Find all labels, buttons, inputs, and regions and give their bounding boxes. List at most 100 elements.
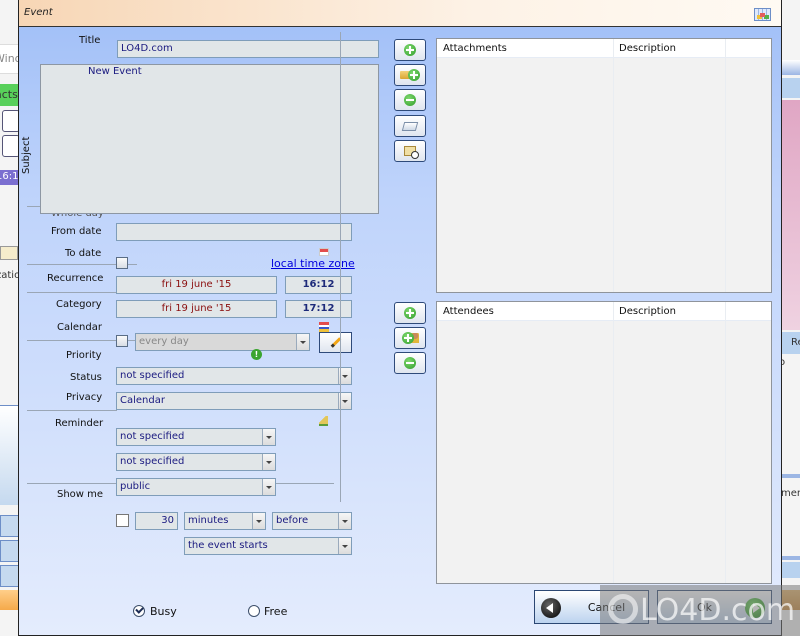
privacy-value: Calendar [120, 395, 165, 406]
background-app-right: Re o men [781, 0, 800, 636]
reminder-value-1: not specified [120, 431, 185, 442]
show-me-dropdown[interactable]: public [116, 478, 276, 496]
chevron-down-icon[interactable] [296, 334, 309, 350]
reminder-unit-dropdown[interactable]: minutes [184, 512, 266, 530]
divider [27, 410, 117, 411]
reminder-label: Reminder [55, 418, 104, 429]
reminder-unit-value: minutes [188, 515, 229, 526]
window-title: Event [24, 7, 53, 18]
alarm-checkbox[interactable] [116, 514, 129, 527]
show-me-value: public [120, 481, 151, 492]
privacy-label: Privacy [66, 392, 103, 403]
column-header-attachments[interactable]: Attachments [443, 43, 507, 54]
chevron-down-icon[interactable] [338, 538, 351, 554]
plus-icon [408, 69, 420, 81]
free-radio[interactable] [248, 605, 260, 617]
subject-text: New Event [88, 66, 142, 77]
whole-day-field[interactable] [116, 223, 352, 241]
subject-label: Subject [21, 136, 32, 174]
minus-icon [404, 94, 416, 106]
divider [27, 292, 117, 293]
plus-icon [404, 307, 416, 319]
reminder-value-2: not specified [120, 456, 185, 467]
status-value: not specified [120, 370, 185, 381]
find-attachment-button[interactable] [394, 140, 426, 162]
watermark-logo-icon [608, 594, 638, 624]
bg-text: zatio [0, 270, 20, 281]
watermark-text: LO4D.com [640, 593, 796, 628]
privacy-dropdown[interactable]: Calendar [116, 392, 352, 410]
whole-day-checkbox[interactable] [116, 257, 128, 269]
busy-label: Busy [150, 605, 177, 618]
column-header-description[interactable]: Description [619, 43, 676, 54]
chevron-down-icon[interactable] [262, 479, 275, 495]
subject-textarea[interactable]: New Event [40, 64, 379, 214]
clear-reminder-icon[interactable] [319, 416, 328, 426]
column-divider [613, 39, 614, 292]
title-bar[interactable]: Event [19, 0, 781, 27]
screen: Wind acts 16:1 zatio Re o men Event [0, 0, 800, 636]
status-dropdown[interactable]: not specified [116, 367, 352, 385]
add-contact-button[interactable] [394, 327, 426, 349]
to-date-label: To date [65, 248, 102, 259]
add-folder-button[interactable] [394, 64, 426, 86]
bg-text: Wind [0, 52, 20, 65]
local-time-zone-link[interactable]: local time zone [271, 257, 355, 270]
column-divider [725, 39, 726, 292]
calendar-icon [319, 248, 329, 256]
edit-recurrence-button[interactable] [319, 332, 352, 353]
bg-text: acts [0, 88, 18, 101]
show-me-label: Show me [57, 489, 104, 500]
background-app-left: Wind acts 16:1 zatio [0, 0, 20, 636]
reminder-anchor-dropdown[interactable]: the event starts [184, 537, 352, 555]
magnifier-icon [404, 146, 419, 159]
reminder-when-value: before [276, 515, 309, 526]
attendees-grid[interactable]: Attendees Description [436, 301, 772, 584]
bg-text: Re [791, 337, 800, 348]
free-label: Free [264, 605, 288, 618]
reminder-dropdown-2[interactable]: not specified [116, 453, 276, 471]
to-date-input[interactable]: fri 19 june '15 [116, 300, 277, 318]
priority-label: Priority [66, 350, 102, 361]
reminder-when-dropdown[interactable]: before [272, 512, 352, 530]
remove-attachment-button[interactable] [394, 89, 426, 111]
remove-attendee-button[interactable] [394, 352, 426, 374]
column-divider [725, 302, 726, 583]
status-label: Status [70, 372, 102, 383]
plus-icon [401, 332, 414, 344]
open-attachment-button[interactable] [394, 115, 426, 137]
divider [27, 483, 117, 484]
busy-radio[interactable] [133, 605, 145, 617]
priority-icon[interactable]: ! [251, 349, 262, 360]
column-header-attendees[interactable]: Attendees [443, 306, 494, 317]
recurrence-calendar-icon [319, 322, 329, 332]
divider [274, 483, 334, 484]
add-attendee-button[interactable] [394, 302, 426, 324]
calendar-label: Calendar [57, 322, 102, 333]
minus-icon [404, 357, 416, 369]
add-attachment-button[interactable] [394, 39, 426, 61]
chevron-down-icon[interactable] [338, 513, 351, 529]
attachments-grid[interactable]: Attachments Description [436, 38, 772, 293]
chevron-down-icon[interactable] [262, 454, 275, 470]
from-time-input[interactable]: 16:12 [285, 276, 352, 294]
reminder-amount-input[interactable]: 30 [135, 512, 178, 530]
calendar-grid-icon[interactable] [754, 8, 771, 21]
to-time-input[interactable]: 17:12 [285, 300, 352, 318]
column-header-description[interactable]: Description [619, 306, 676, 317]
reminder-anchor-value: the event starts [188, 540, 268, 551]
bg-text: men [781, 488, 800, 499]
recurrence-dropdown[interactable]: every day [135, 333, 310, 351]
watermark: LO4D.com [600, 585, 800, 636]
recurrence-label: Recurrence [47, 273, 104, 284]
column-divider [613, 302, 614, 583]
recurrence-checkbox[interactable] [116, 335, 128, 347]
plus-icon [404, 44, 416, 56]
event-dialog: Event Title LO4D.com Subject Whole day N… [18, 0, 782, 636]
recurrence-value: every day [139, 336, 189, 347]
category-label: Category [56, 299, 102, 310]
from-date-input[interactable]: fri 19 june '15 [116, 276, 277, 294]
chevron-down-icon[interactable] [252, 513, 265, 529]
reminder-dropdown-1[interactable]: not specified [116, 428, 276, 446]
chevron-down-icon[interactable] [262, 429, 275, 445]
